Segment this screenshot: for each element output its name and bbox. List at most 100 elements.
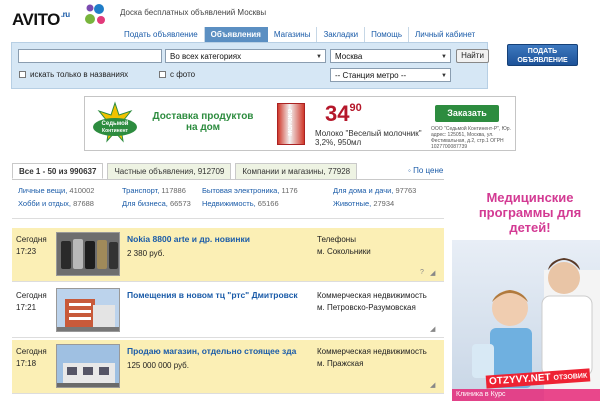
category-count: 87688 — [73, 199, 94, 208]
listing-time: 17:18 — [16, 359, 37, 368]
nav-bookmarks[interactable]: Закладки — [317, 27, 366, 42]
category-name: Личные вещи, — [18, 186, 68, 195]
tab-private-label: Частные объявления, — [114, 167, 196, 176]
send-icon[interactable]: ◢ — [430, 325, 435, 333]
category-link[interactable]: Для бизнеса, 66573 — [122, 199, 200, 208]
find-button[interactable]: Найти — [456, 49, 489, 63]
category-count: 1176 — [281, 186, 298, 195]
post-ad-line1: Подать — [527, 48, 558, 55]
order-button[interactable]: Заказать — [435, 105, 499, 122]
listing-title-link[interactable]: Nokia 8800 arte и др. новинки — [127, 234, 314, 244]
banner-price: 3490 — [325, 101, 362, 127]
listing-row[interactable]: Сегодня 17:18 Продаю магазин, отдельно с… — [12, 340, 444, 394]
listing-row[interactable]: Сегодня 17:23 Nokia 8800 arte и др. нови… — [12, 228, 444, 282]
category-link[interactable]: Личные вещи, 410002 — [18, 186, 120, 195]
listing-time: 17:21 — [16, 303, 37, 312]
listing-location: м. Пражская — [317, 359, 364, 368]
category-count: 117886 — [161, 186, 186, 195]
with-photo-label: с фото — [170, 70, 196, 79]
clinic-ad-title: Медицинские программы для детей! — [478, 190, 582, 235]
category-count: 27934 — [373, 199, 395, 208]
listing-title-link[interactable]: Помещения в новом тц "ртс" Дмитровск — [127, 290, 314, 300]
listing-date: Сегодня 17:21 — [16, 290, 47, 314]
category-link[interactable]: Хобби и отдых, 87688 — [18, 199, 120, 208]
listing-category-name: Телефоны — [317, 235, 356, 244]
banner-legal-text: ООО "Седьмой Континент-Р", Юр. адрес: 12… — [431, 126, 511, 150]
banner-title: Доставка продуктов на дом — [147, 111, 259, 133]
listing-location: м. Петровско-Разумовская — [317, 303, 416, 312]
avito-logo[interactable]: AVITO.ru — [12, 10, 70, 30]
category-select[interactable]: Во всех категориях — [165, 49, 326, 63]
sort-by-price-label: По цене — [413, 166, 444, 175]
category-link[interactable]: Бытовая электроника, 1176 — [202, 186, 330, 195]
titles-only-label: искать только в названиях — [30, 70, 129, 79]
sort-by-price-link[interactable]: ◦ По цене — [408, 166, 443, 175]
with-photo-checkbox[interactable] — [159, 71, 166, 78]
site-description: Доска бесплатных объявлений Москвы — [120, 8, 267, 17]
listing-location: м. Сокольники — [317, 247, 371, 256]
search-input[interactable] — [18, 49, 162, 63]
listing-thumbnail[interactable] — [56, 344, 120, 388]
listing-date: Сегодня 17:23 — [16, 234, 47, 258]
logo-top-text: Седьмой — [102, 120, 129, 127]
listing-thumbnail[interactable] — [56, 288, 120, 332]
nav-shops[interactable]: Магазины — [268, 27, 318, 42]
listing-category: Телефоны м. Сокольники — [317, 234, 371, 258]
store-building-photo — [57, 345, 119, 387]
metro-select[interactable]: -- Станция метро -- — [330, 68, 451, 82]
building-photo — [57, 289, 119, 331]
banner-title-line1: Доставка продуктов — [152, 111, 254, 122]
search-panel: Во всех категориях Москва Найти искать т… — [11, 42, 489, 89]
send-icon[interactable]: ◢ — [430, 269, 435, 277]
category-name: Для бизнеса, — [122, 199, 168, 208]
category-link[interactable]: Недвижимость, 65166 — [202, 199, 330, 208]
logo-suffix: .ru — [60, 10, 70, 19]
post-ad-button[interactable]: Подать объявление — [507, 44, 578, 66]
nav-help[interactable]: Помощь — [365, 27, 409, 42]
listing-tabs: Все 1 - 50 из 990637 Частные объявления,… — [12, 163, 361, 179]
listing-day: Сегодня — [16, 347, 47, 356]
tab-private[interactable]: Частные объявления, 912709 — [107, 163, 232, 179]
listing-price: 125 000 000 руб. — [127, 361, 189, 370]
category-link[interactable]: Для дома и дачи, 97763 — [333, 186, 443, 195]
clinic-ad-footer: Клиника в Курс — [452, 389, 600, 401]
listing-title-link[interactable]: Продаю магазин, отдельно стоящее зда — [127, 346, 314, 356]
listing-row[interactable]: Сегодня 17:21 Помещения в новом тц "ртс"… — [12, 284, 444, 338]
category-count: 65166 — [257, 199, 279, 208]
category-link[interactable]: Животные, 27934 — [333, 199, 443, 208]
sort-radio-icon: ◦ — [408, 166, 411, 175]
nav-account[interactable]: Личный кабинет — [409, 27, 481, 42]
ad-banner[interactable]: Седьмой Континент Доставка продуктов на … — [84, 96, 516, 151]
metro-select-value: -- Станция метро -- — [335, 71, 407, 80]
banner-product-line1: Молоко "Веселый молочник" — [315, 129, 422, 138]
tab-all[interactable]: Все 1 - 50 из 990637 — [12, 163, 104, 179]
banner-product: Молоко "Веселый молочник" 3,2%, 950мл — [315, 129, 422, 147]
listing-category: Коммерческая недвижимость м. Петровско-Р… — [317, 290, 427, 314]
tab-companies[interactable]: Компании и магазины, 77928 — [235, 163, 358, 179]
nav-post-ad[interactable]: Подать объявление — [118, 27, 205, 42]
tabs-divider — [12, 179, 444, 180]
category-count: 66573 — [169, 199, 191, 208]
nav-listings[interactable]: Объявления — [204, 27, 268, 42]
tab-all-range: 1 - 50 из — [35, 167, 68, 176]
category-name: Хобби и отдых, — [18, 199, 72, 208]
tab-private-count: 912709 — [197, 167, 225, 176]
listing-thumbnail[interactable] — [56, 232, 120, 276]
milk-pack-label: МОЛОКО — [288, 109, 294, 136]
logo-bubbles-icon — [85, 4, 105, 24]
category-select-value: Во всех категориях — [170, 52, 242, 61]
help-icon[interactable]: ? — [420, 269, 424, 276]
category-name: Транспорт, — [122, 186, 160, 195]
listing-price: 2 380 руб. — [127, 249, 165, 258]
send-icon[interactable]: ◢ — [430, 381, 435, 389]
banner-product-line2: 3,2%, 950мл — [315, 138, 362, 147]
tab-all-label: Все — [19, 167, 34, 176]
category-name: Животные, — [333, 199, 372, 208]
city-select[interactable]: Москва — [330, 49, 451, 63]
category-name: Бытовая электроника, — [202, 186, 280, 195]
category-count: 97763 — [395, 186, 417, 195]
category-link[interactable]: Транспорт, 117886 — [122, 186, 200, 195]
banner-price-cents: 90 — [349, 102, 362, 114]
listing-day: Сегодня — [16, 235, 47, 244]
titles-only-checkbox[interactable] — [19, 71, 26, 78]
